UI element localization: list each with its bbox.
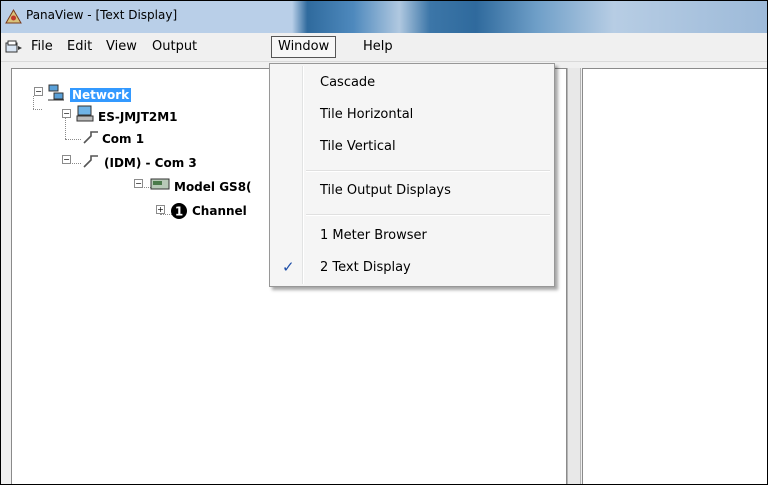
menu-item-label: 1 Meter Browser [320,228,427,243]
computer-icon [76,105,94,122]
menu-window[interactable]: Window [271,36,337,58]
collapse-icon[interactable]: − [62,155,71,164]
menu-item-tile-output-displays[interactable]: Tile Output Displays [272,178,552,204]
menu-view[interactable]: View [100,37,143,57]
network-icon [48,84,64,101]
menu-separator [306,214,550,216]
tree-line [65,139,81,140]
menu-item-label: Tile Vertical [320,139,396,154]
collapse-icon[interactable]: − [134,179,143,188]
title-bar[interactable]: PanaView - [Text Display] [1,1,767,33]
expand-icon[interactable]: + [156,205,165,214]
tree-line [33,96,34,109]
tree-label-com1: Com 1 [102,132,145,146]
collapse-icon[interactable]: − [34,87,43,96]
system-menu-icon[interactable] [5,40,23,55]
menu-item-tile-vertical[interactable]: Tile Vertical [272,134,552,160]
channel-1-icon: 1 [171,203,187,219]
menu-item-label: 2 Text Display [320,260,411,275]
panaview-app-icon [5,9,22,24]
menu-item-meter-browser[interactable]: 1 Meter Browser [272,223,552,249]
menu-file[interactable]: File [25,37,59,57]
port-icon [83,131,98,144]
tree-label-network: Network [70,88,132,102]
window-menu-dropdown: Cascade Tile Horizontal Tile Vertical Ti… [269,63,555,287]
menu-item-label: Cascade [320,75,376,90]
app-window: PanaView - [Text Display] File Edit View… [0,0,768,485]
check-icon: ✓ [282,258,295,276]
port-icon [83,155,98,168]
tree-label-com3: (IDM) - Com 3 [104,156,197,170]
tree-line [33,109,42,110]
menu-output[interactable]: Output [146,37,203,57]
pane-splitter[interactable] [567,68,581,484]
menu-item-label: Tile Horizontal [320,107,414,122]
menu-item-tile-horizontal[interactable]: Tile Horizontal [272,102,552,128]
tree-label-computer: ES-JMJT2M1 [98,110,178,124]
menu-gutter [302,66,304,284]
menu-edit[interactable]: Edit [61,37,98,57]
window-title: PanaView - [Text Display] [26,8,178,22]
menu-item-text-display[interactable]: ✓ 2 Text Display [272,255,552,281]
tree-line [65,115,66,139]
collapse-icon[interactable]: − [62,109,71,118]
output-pane[interactable] [582,68,767,484]
tree-label-model: Model GS8( [174,180,252,194]
svg-text:1: 1 [175,205,183,219]
menu-item-label: Tile Output Displays [320,183,451,198]
tree-label-channel: Channel [192,204,247,218]
menu-separator [306,170,550,172]
menu-bar: File Edit View Output Window Help [1,34,767,62]
menu-item-cascade[interactable]: Cascade [272,70,552,96]
meter-icon [150,178,170,190]
menu-help[interactable]: Help [357,37,399,57]
